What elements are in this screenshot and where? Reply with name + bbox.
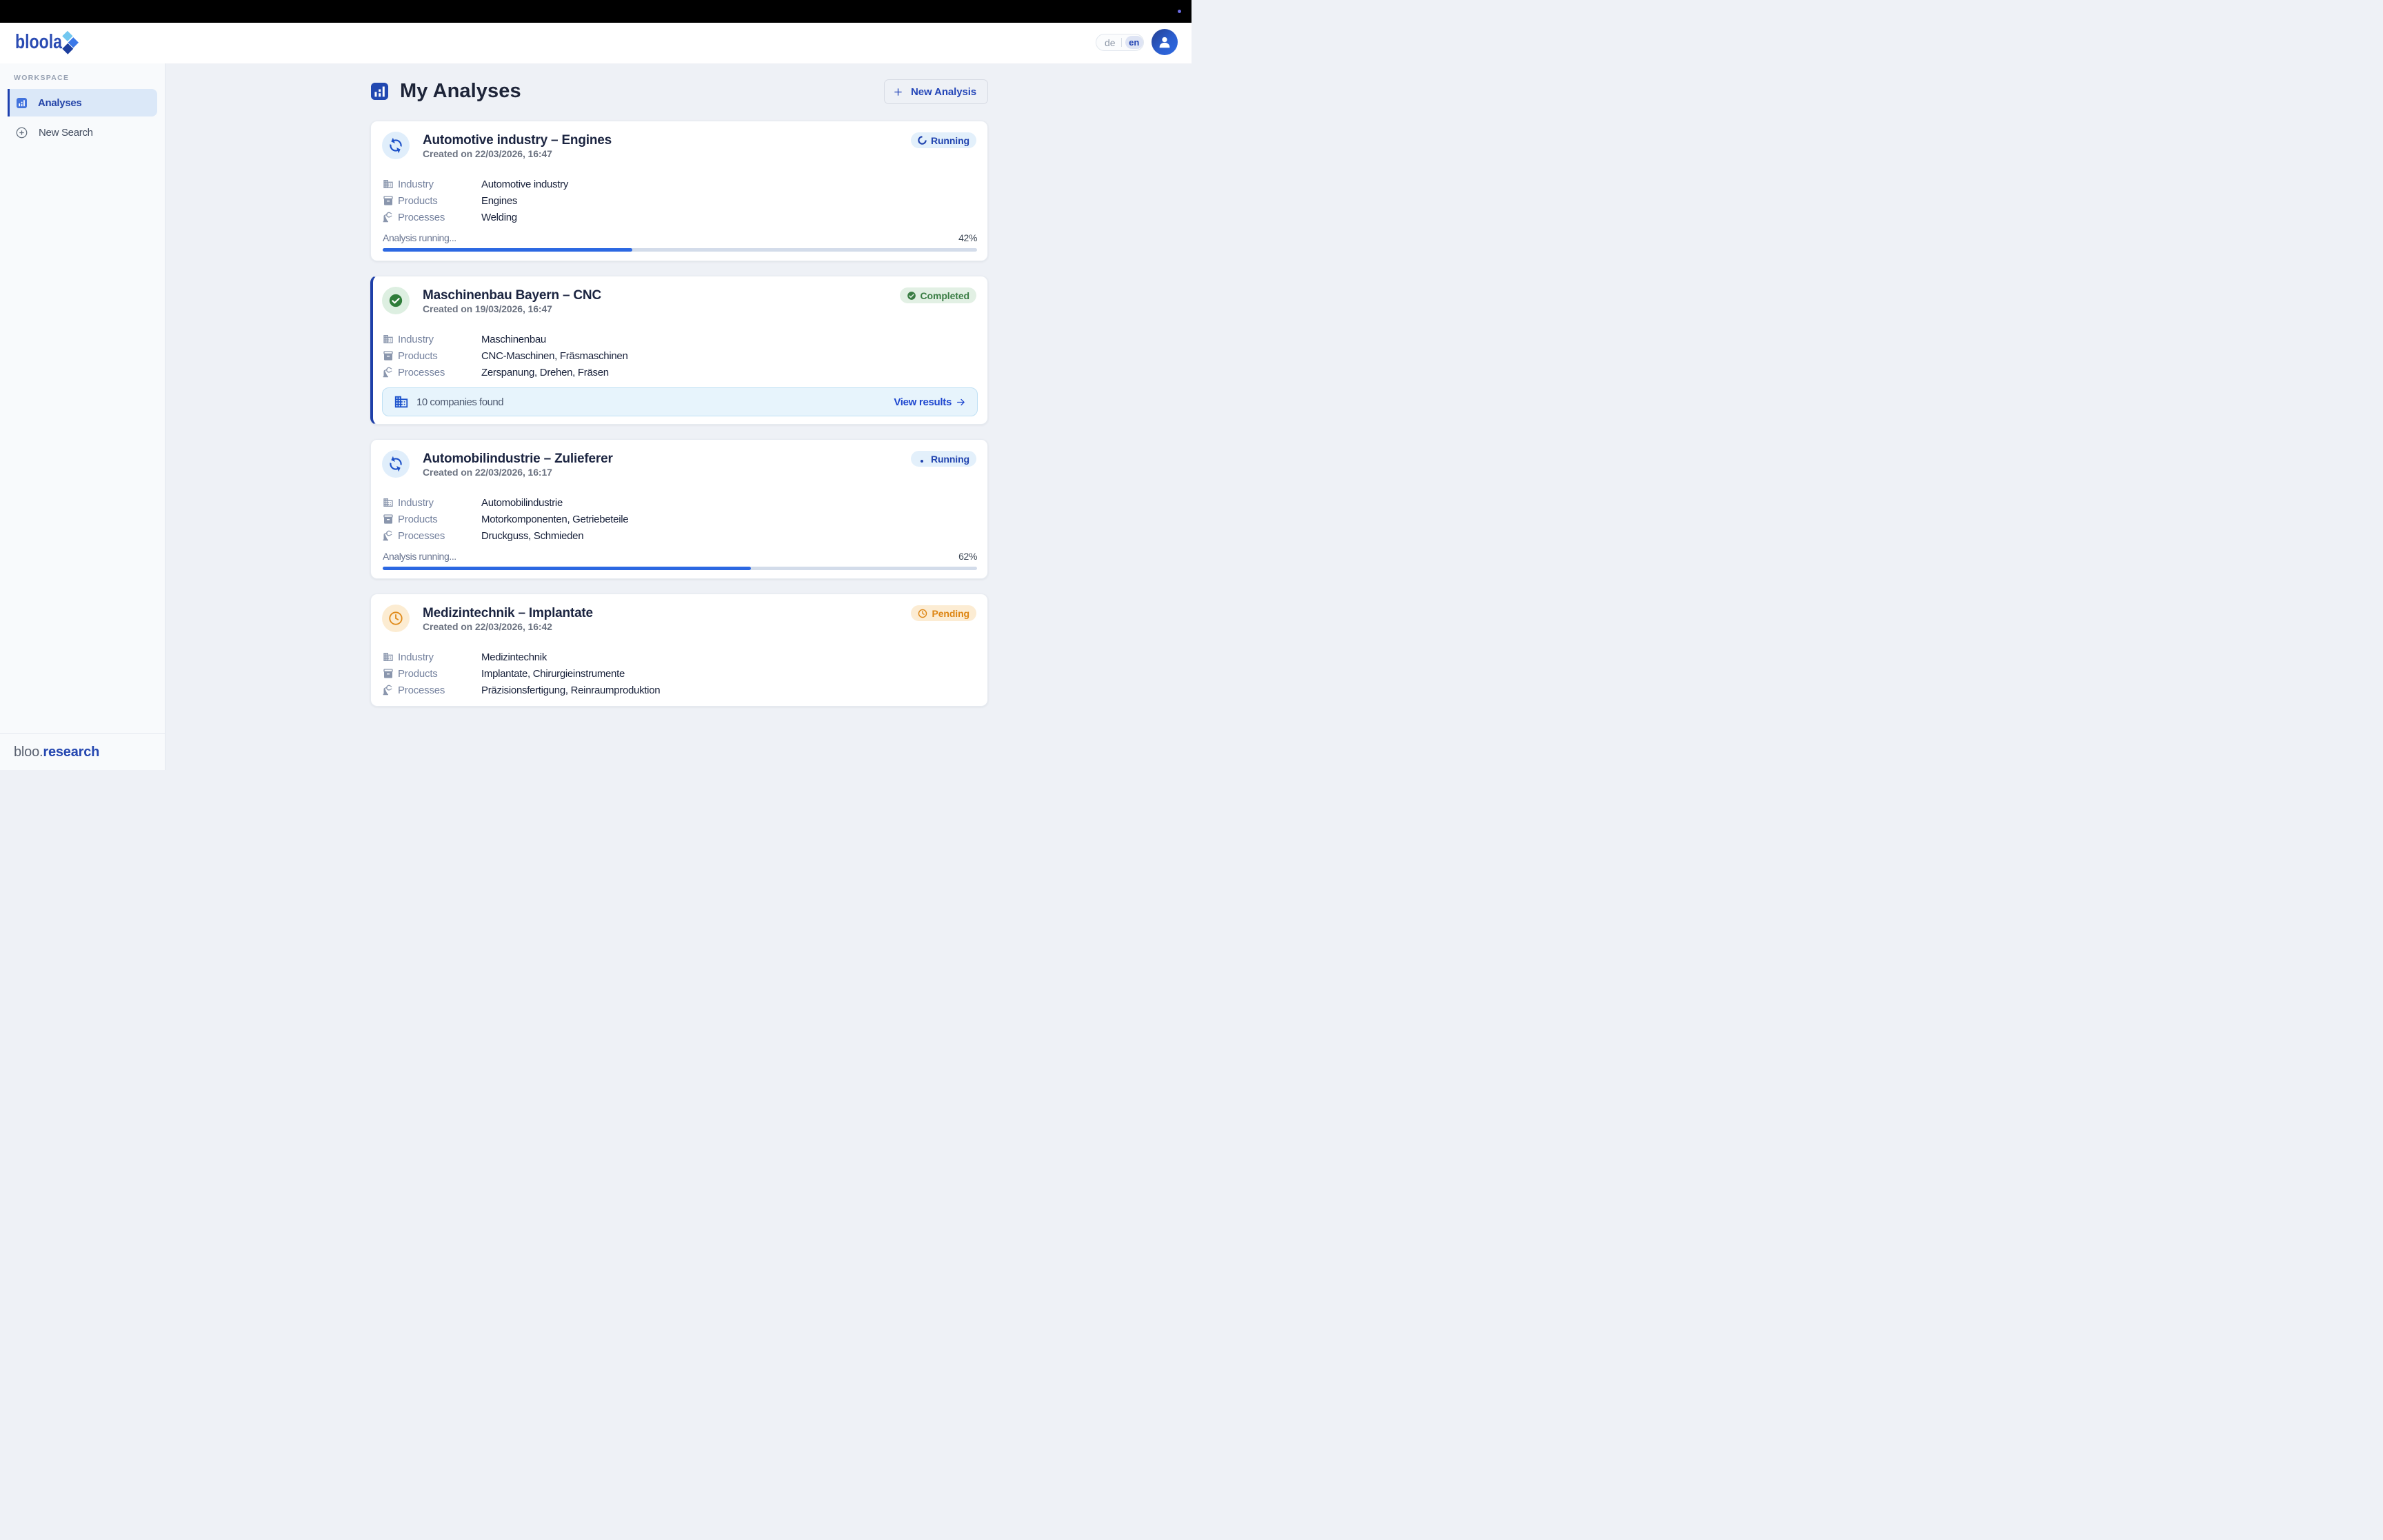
svg-text:bloola: bloola bbox=[15, 31, 63, 53]
